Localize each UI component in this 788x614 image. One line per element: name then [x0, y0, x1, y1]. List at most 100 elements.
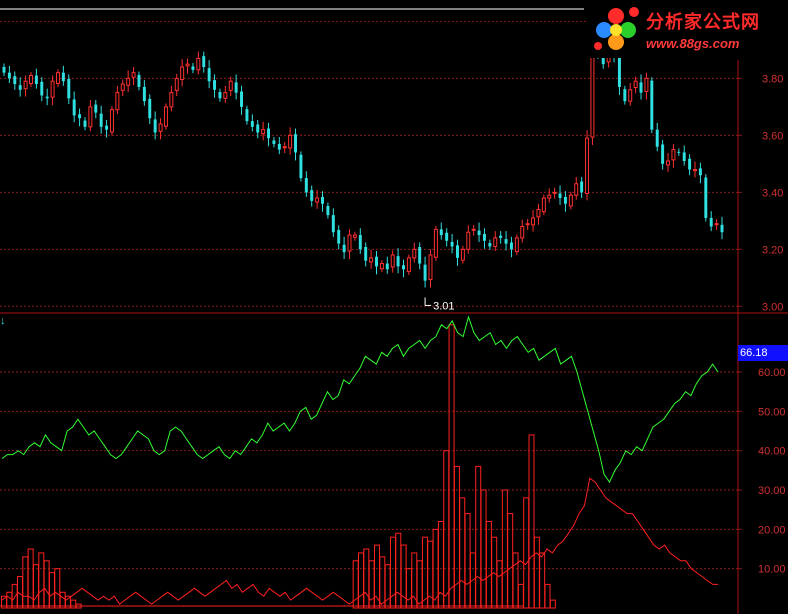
candle-body: [191, 66, 195, 70]
histogram-bar: [368, 560, 375, 609]
candle-body: [304, 178, 308, 193]
candle-body: [396, 256, 400, 267]
candle-body: [379, 263, 384, 270]
candle-body: [153, 119, 157, 133]
candle-body: [321, 196, 324, 204]
candle-body: [115, 92, 120, 111]
candle-body: [245, 109, 249, 122]
candle-body: [704, 177, 708, 218]
histogram-bar: [528, 434, 535, 609]
candle-body: [455, 245, 459, 258]
indicator-tick-label: 50.00: [758, 406, 786, 418]
candle-body: [109, 109, 114, 133]
candle-body: [482, 233, 486, 241]
histogram-bar: [464, 513, 471, 609]
candle-body: [310, 190, 314, 201]
candle-body: [234, 82, 238, 93]
candle-body: [375, 256, 378, 267]
candle-body: [666, 160, 670, 166]
histogram-bar: [22, 556, 29, 609]
candle-body: [698, 168, 702, 176]
candle-body: [428, 254, 433, 281]
histogram-bar: [38, 552, 45, 609]
candle-body: [714, 223, 719, 226]
candle-body: [568, 194, 573, 207]
candle-body: [525, 223, 530, 226]
candle-body: [23, 80, 28, 90]
candle-body: [688, 158, 692, 170]
candle-body: [7, 72, 11, 79]
candle-body: [240, 91, 244, 107]
flower-logo-icon: [594, 7, 639, 50]
candle-body: [531, 217, 536, 226]
candle-body: [682, 152, 686, 161]
histogram-bar: [421, 536, 428, 609]
candle-body: [677, 151, 681, 153]
indicator-tick-label: 20.00: [758, 524, 786, 536]
candle-body: [580, 181, 584, 193]
histogram-bar: [523, 497, 530, 609]
candle-body: [547, 194, 552, 199]
candle-body: [256, 124, 260, 133]
logo-title: 分析家公式网: [646, 12, 760, 32]
low-price-label: 3.01: [433, 300, 454, 312]
candle-body: [294, 134, 298, 153]
candle-body: [40, 81, 44, 96]
indicator-panel[interactable]: [0, 315, 719, 609]
candle-body: [315, 197, 320, 203]
histogram-bar: [448, 324, 455, 609]
candle-body: [50, 80, 55, 98]
histogram-bar: [363, 548, 370, 609]
candle-body: [337, 229, 341, 244]
site-logo[interactable]: 分析家公式网 www.88gs.com: [586, 2, 786, 58]
indicator-tick-label: 60.00: [758, 367, 786, 379]
candle-body: [650, 80, 654, 130]
histogram-bar: [358, 552, 364, 609]
candle-body: [196, 57, 201, 71]
candle-body: [169, 92, 174, 108]
logo-url[interactable]: www.88gs.com: [646, 36, 739, 51]
histogram-bar: [373, 544, 380, 609]
candle-body: [61, 72, 65, 82]
candle-body: [185, 63, 190, 67]
candle-body: [83, 120, 87, 127]
candle-body: [402, 265, 405, 270]
candle-body: [590, 46, 595, 138]
candle-body: [282, 146, 287, 149]
candle-body: [412, 248, 417, 259]
candle-body: [223, 92, 228, 99]
candle-body: [504, 239, 508, 244]
candle-body: [342, 244, 346, 253]
candle-body: [536, 208, 541, 218]
candle-body: [639, 82, 643, 93]
histogram-bar: [533, 536, 540, 609]
candle-body: [267, 128, 271, 139]
candle-body: [433, 228, 438, 258]
stock-chart[interactable]: 4.003.803.603.403.203.0060.0050.0040.003…: [0, 0, 788, 614]
candle-body: [633, 80, 638, 88]
current-value-badge: 66.18: [738, 345, 788, 361]
candle-body: [174, 77, 179, 91]
candle-body: [352, 234, 357, 238]
candle-body: [493, 237, 498, 247]
candle-body: [655, 129, 659, 147]
candle-body: [445, 232, 449, 241]
cursor-arrow-icon: ↓: [0, 315, 6, 327]
candle-body: [202, 56, 206, 67]
candle-body: [131, 72, 136, 78]
histogram-bar: [517, 583, 524, 609]
candle-body: [628, 89, 633, 102]
candle-body: [78, 114, 82, 119]
candle-body: [509, 242, 513, 250]
histogram-bar: [496, 560, 503, 609]
candle-body: [218, 92, 222, 99]
price-tick-label: 3.40: [762, 187, 783, 199]
candle-body: [720, 224, 724, 233]
price-tick-label: 3.60: [762, 130, 783, 142]
candle-body: [488, 243, 492, 247]
candle-body: [709, 217, 713, 227]
candle-body: [34, 75, 38, 85]
price-panel[interactable]: [2, 40, 724, 306]
candle-body: [180, 66, 185, 81]
histogram-bar: [405, 568, 412, 609]
